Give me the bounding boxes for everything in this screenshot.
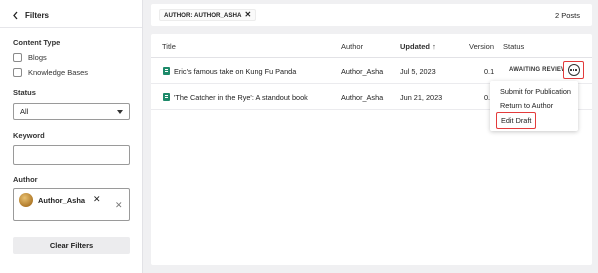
post-count: 2 Posts <box>554 11 580 20</box>
close-icon[interactable]: ✕ <box>93 195 101 204</box>
posts-table: Title Author Updated ↑ Version Status Er… <box>151 34 592 265</box>
filter-pill-label: AUTHOR: AUTHOR_ASHA <box>164 11 242 19</box>
more-horizontal-icon <box>567 64 580 76</box>
avatar <box>19 193 33 207</box>
row-title[interactable]: 'The Catcher in the Rye': A standout boo… <box>174 93 308 102</box>
checkbox-knowledge-bases[interactable]: Knowledge Bases <box>13 68 88 77</box>
more-actions-button[interactable] <box>563 61 584 79</box>
close-icon[interactable]: ✕ <box>244 11 251 19</box>
checkbox[interactable] <box>13 53 22 62</box>
author-multiselect[interactable]: Author_Asha ✕ ✕ <box>13 188 130 221</box>
clear-author-icon[interactable]: ✕ <box>115 201 123 210</box>
status-label: Status <box>13 88 36 97</box>
document-icon <box>163 93 170 101</box>
status-select[interactable]: All <box>13 103 130 120</box>
row-author: Author_Asha <box>341 67 384 76</box>
row-version: 0.1 <box>484 67 495 76</box>
filter-pill-author[interactable]: AUTHOR: AUTHOR_ASHA ✕ <box>159 9 257 21</box>
keyword-input[interactable] <box>13 145 130 165</box>
row-author: Author_Asha <box>341 93 384 102</box>
checkbox-blogs[interactable]: Blogs <box>13 53 47 62</box>
chevron-left-icon[interactable] <box>12 11 19 20</box>
column-header-author[interactable]: Author <box>341 42 363 51</box>
column-header-title[interactable]: Title <box>162 42 176 51</box>
menu-item-submit-for-publication[interactable]: Submit for Publication <box>500 87 571 96</box>
keyword-label: Keyword <box>13 131 45 140</box>
author-chip-label: Author_Asha <box>38 195 86 205</box>
chevron-down-icon <box>117 109 123 114</box>
menu-item-return-to-author[interactable]: Return to Author <box>500 101 553 110</box>
column-header-updated-label: Updated <box>400 42 430 51</box>
filters-sidebar: Filters Content Type Blogs Knowledge Bas… <box>0 0 143 273</box>
divider <box>0 27 142 28</box>
clear-filters-button[interactable]: Clear Filters <box>13 237 130 254</box>
filters-title: Filters <box>25 11 50 20</box>
sort-ascending-icon: ↑ <box>432 42 436 51</box>
checkbox-label: Knowledge Bases <box>28 68 89 77</box>
document-icon <box>163 67 170 75</box>
column-header-status[interactable]: Status <box>503 42 524 51</box>
row-updated: Jun 21, 2023 <box>400 93 443 102</box>
column-header-updated[interactable]: Updated ↑ <box>400 42 436 51</box>
checkbox-label: Blogs <box>28 53 47 62</box>
menu-item-edit-draft[interactable]: Edit Draft <box>496 112 537 129</box>
column-header-version[interactable]: Version <box>469 42 494 51</box>
content-type-label: Content Type <box>13 38 61 47</box>
status-select-value: All <box>20 107 29 116</box>
checkbox[interactable] <box>13 68 22 77</box>
status-badge: AWAITING REVIEW <box>509 67 568 73</box>
active-filters-bar: AUTHOR: AUTHOR_ASHA ✕ 2 Posts <box>151 4 592 26</box>
filters-header[interactable]: Filters <box>12 11 49 20</box>
row-title[interactable]: Eric's famous take on Kung Fu Panda <box>174 67 296 76</box>
author-chip: Author_Asha <box>19 193 85 207</box>
author-label: Author <box>13 175 38 184</box>
row-updated: Jul 5, 2023 <box>400 67 436 76</box>
row-actions-menu: Submit for Publication Return to Author … <box>490 81 578 131</box>
